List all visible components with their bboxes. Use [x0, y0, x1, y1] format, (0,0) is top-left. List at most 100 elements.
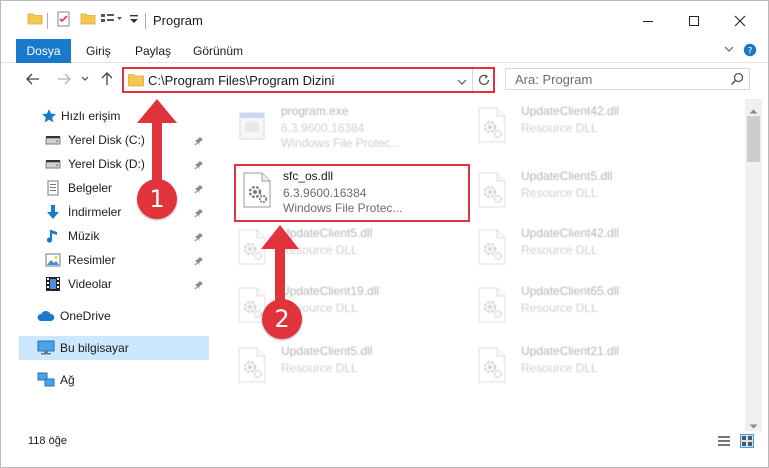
sidebar-item[interactable]: Yerel Disk (C:) [1, 128, 209, 152]
file-name: UpdateClient21.dll [521, 344, 620, 358]
file-description: Windows File Protec... [283, 201, 403, 215]
sidebar-item[interactable]: Müzik [1, 224, 209, 248]
file-version: Resource DLL [521, 121, 598, 135]
file-version: Resource DLL [521, 243, 598, 257]
search-input[interactable]: Ara: Program [505, 68, 750, 90]
file-name: UpdateClient19.dll [281, 284, 380, 298]
pin-icon[interactable] [194, 183, 204, 194]
sidebar-item[interactable]: Hızlı erişim [1, 104, 209, 128]
scroll-up-icon[interactable] [749, 103, 758, 117]
address-bar[interactable]: C:\Program Files\Program Dizini [122, 67, 495, 93]
pin-icon[interactable] [194, 279, 204, 290]
minimize-button[interactable] [625, 1, 671, 41]
window-title: Program [153, 13, 203, 28]
file-item[interactable]: UpdateClient42.dll Resource DLL [471, 223, 701, 275]
close-button[interactable] [717, 1, 763, 41]
sidebar-item[interactable]: Bu bilgisayar [19, 336, 209, 360]
file-item-highlight[interactable]: sfc_os.dll 6.3.9600.16384 Windows File P… [234, 164, 470, 222]
sidebar-item-label: OneDrive [60, 309, 111, 323]
forward-arrow-icon [58, 73, 71, 85]
tab-giris[interactable]: Giriş [74, 39, 123, 63]
sidebar-item-label: Yerel Disk (C:) [68, 133, 145, 147]
pin-icon[interactable] [194, 255, 204, 266]
file-item[interactable]: UpdateClient21.dll Resource DLL [471, 341, 701, 393]
file-item[interactable]: UpdateClient65.dll Resource DLL [471, 281, 701, 333]
sidebar-item[interactable]: Yerel Disk (D:) [1, 152, 209, 176]
folder-icon [128, 73, 144, 90]
download-icon [45, 204, 61, 220]
chevron-down-icon [81, 76, 89, 81]
pin-icon[interactable] [194, 159, 204, 170]
tab-paylas[interactable]: Paylaş [123, 39, 183, 63]
pin-icon[interactable] [194, 207, 204, 218]
sidebar-item[interactable]: Resimler [1, 248, 209, 272]
file-item[interactable]: UpdateClient5.dll Resource DLL [231, 341, 461, 393]
sidebar-item[interactable]: OneDrive [1, 304, 209, 328]
file-item[interactable]: UpdateClient5.dll Resource DLL [471, 166, 701, 218]
cloud-icon [37, 308, 55, 324]
forward-button[interactable] [54, 69, 74, 89]
music-icon [45, 228, 61, 244]
title-separator-2 [145, 13, 146, 29]
videos-icon [45, 276, 61, 292]
item-count: 118 öğe [28, 435, 67, 447]
sidebar-item[interactable]: Ağ [1, 368, 209, 392]
file-name: UpdateClient42.dll [521, 104, 620, 118]
file-item[interactable]: program.exe 6.3.9600.16384 Windows File Pr… [231, 101, 461, 153]
dll-file-icon [477, 287, 507, 323]
scrollbar-thumb[interactable] [747, 116, 760, 162]
status-bar: 118 öğe [1, 431, 768, 467]
back-button[interactable] [23, 69, 43, 89]
new-folder-icon[interactable] [80, 11, 96, 27]
ribbon-tabs: Dosya Giriş Paylaş Görünüm ? [1, 39, 768, 91]
maximize-button[interactable] [671, 1, 717, 41]
help-icon[interactable]: ? [743, 43, 757, 60]
sidebar-item[interactable]: İndirmeler [1, 200, 209, 224]
file-version: 6.3.9600.16384 [283, 186, 367, 200]
tiles-view-icon[interactable] [740, 434, 754, 448]
vertical-scrollbar[interactable] [745, 99, 762, 431]
file-name: UpdateClient5.dll [281, 344, 373, 358]
customize-icon[interactable] [100, 11, 122, 27]
annotation-marker-1: 1 [137, 179, 177, 219]
network-icon [37, 372, 55, 388]
file-item[interactable]: UpdateClient42.dll Resource DLL [471, 101, 701, 153]
details-view-icon[interactable] [717, 434, 731, 448]
file-name: UpdateClient65.dll [521, 284, 620, 298]
file-item[interactable]: UpdateClient5.dll Resource DLL [231, 223, 461, 275]
folder-icon [27, 11, 43, 27]
file-name: UpdateClient42.dll [521, 226, 620, 240]
refresh-icon[interactable] [477, 73, 491, 90]
sidebar-item-label: Müzik [68, 229, 100, 243]
file-version: Resource DLL [521, 301, 598, 315]
file-version: Resource DLL [521, 361, 598, 375]
sidebar-item[interactable]: Belgeler [1, 176, 209, 200]
sidebar-item[interactable]: Videolar [1, 272, 209, 296]
tab-gorunum[interactable]: Görünüm [181, 39, 255, 63]
file-list: program.exe 6.3.9600.16384 Windows File Pr… [211, 101, 745, 431]
sidebar-item-label: Bu bilgisayar [60, 341, 129, 355]
file-name: UpdateClient5.dll [281, 226, 373, 240]
ribbon-expand-icon[interactable] [723, 43, 735, 58]
pin-icon[interactable] [194, 135, 204, 146]
search-icon [730, 72, 744, 89]
file-name: sfc_os.dll [283, 169, 334, 183]
title-separator [47, 13, 48, 29]
dll-file-icon [242, 172, 272, 208]
up-button[interactable] [97, 69, 117, 89]
file-item[interactable]: sfc_os.dll 6.3.9600.16384 Windows File P… [236, 166, 466, 218]
drive-icon [45, 156, 61, 172]
exe-file-icon [237, 107, 267, 143]
annotation-marker-2: 2 [262, 299, 302, 339]
dropdown-arrow-icon[interactable] [129, 11, 139, 27]
star-icon [41, 108, 57, 124]
recent-locations-button[interactable] [79, 69, 91, 89]
pin-icon[interactable] [194, 231, 204, 242]
navigation-bar: C:\Program Files\Program Dizini Ara: Pro… [1, 63, 768, 95]
sidebar-item-label: Ağ [60, 373, 75, 387]
sidebar-item-label: Hızlı erişim [61, 109, 121, 123]
drive-icon [45, 132, 61, 148]
address-dropdown-icon[interactable] [457, 75, 467, 89]
properties-icon[interactable] [56, 11, 72, 27]
explorer-window: Program Dosya Giriş Paylaş Görünüm ? C:\… [0, 0, 769, 468]
